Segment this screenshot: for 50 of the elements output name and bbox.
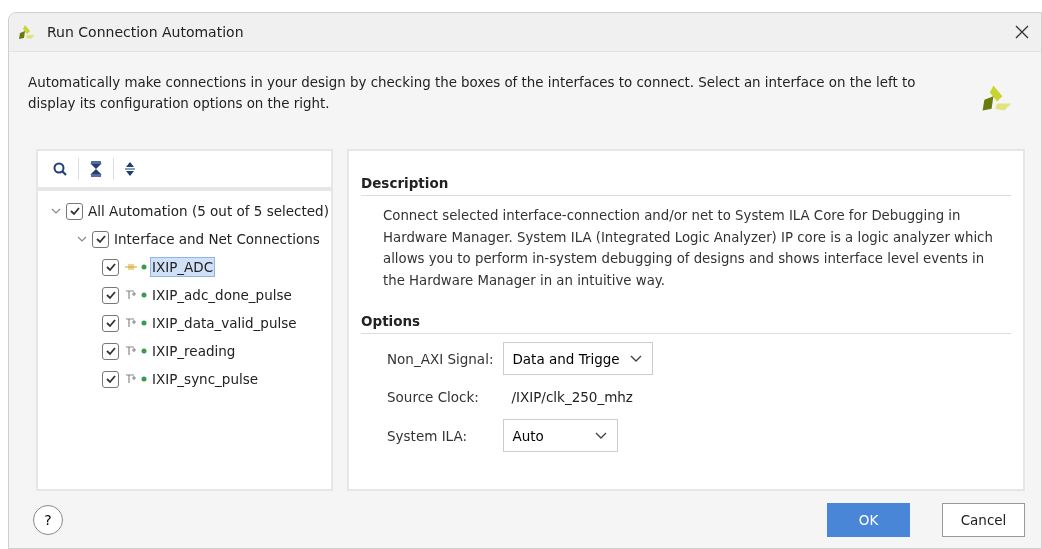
status-dot-icon — [141, 264, 147, 270]
checkbox[interactable] — [102, 342, 119, 360]
expand-chevron-icon[interactable] — [76, 234, 88, 244]
checkmark-icon — [104, 289, 117, 301]
expand-chevron-icon[interactable] — [50, 206, 62, 216]
tree-item[interactable]: IXIP_adc_done_pulse — [151, 286, 293, 304]
status-dot-icon — [141, 348, 147, 354]
tree-item[interactable]: IXIP_data_valid_pulse — [151, 314, 298, 332]
instructions-text: Automatically make connections in your design by checking the boxes of the interfaces to connect. Select an interface on the left to display its configuration options on the right. — [28, 74, 917, 113]
cancel-button[interactable]: Cancel — [942, 503, 1025, 537]
status-dot-icon — [141, 292, 147, 298]
checkmark-icon — [104, 373, 117, 385]
tree-item[interactable]: IXIP_ADC — [151, 258, 215, 276]
logo-icon — [17, 23, 37, 41]
section-heading: Description — [361, 175, 1011, 196]
checkbox[interactable] — [102, 314, 119, 332]
dropdown[interactable]: Data and Trigge — [503, 342, 653, 375]
net-icon — [125, 318, 137, 328]
checkbox[interactable] — [102, 286, 119, 304]
tree-item[interactable]: IXIP_reading — [151, 342, 237, 360]
checkbox[interactable] — [102, 258, 119, 276]
checkbox[interactable] — [66, 202, 83, 220]
checkmark-icon — [94, 233, 107, 245]
dropdown[interactable]: Auto — [503, 419, 619, 452]
checkmark-icon — [68, 205, 81, 217]
status-dot-icon — [141, 376, 147, 382]
interface-icon — [125, 262, 137, 272]
chevron-down-icon — [595, 431, 608, 440]
net-icon — [125, 346, 137, 356]
checkmark-icon — [104, 317, 117, 329]
description-text: Connect selected interface-connection and/or net to System ILA Core for Debugging in Hardware Manager. System ILA (Integrated Logic Analyzer) IP core is a logic analyzer which allows you to perform in-system debugging of designs and shows interface level events in the Hardware Manager in an intuitive way. — [383, 207, 994, 290]
field-label: Source Clock: — [387, 389, 480, 405]
ok-button[interactable]: OK — [827, 503, 910, 537]
tree-item[interactable]: All Automation (5 out of 5 selected) — [87, 202, 330, 220]
checkmark-icon — [104, 261, 117, 273]
net-icon — [125, 290, 137, 300]
checkbox[interactable] — [102, 370, 119, 388]
checkmark-icon — [104, 345, 117, 357]
chevron-down-icon — [629, 354, 642, 363]
window-title: Run Connection Automation — [47, 24, 245, 40]
status-dot-icon — [141, 320, 147, 326]
tree-item[interactable]: Interface and Net Connections — [113, 230, 321, 248]
field-value: /IXIP/clk_250_mhz — [510, 388, 634, 407]
field-label: Non_AXI Signal: — [387, 350, 495, 367]
help-button[interactable]: ? — [33, 505, 63, 535]
tree-item[interactable]: IXIP_sync_pulse — [151, 370, 260, 388]
net-icon — [125, 374, 137, 384]
section-heading: Options — [361, 313, 1011, 334]
checkbox[interactable] — [92, 230, 109, 248]
field-label: System ILA: — [387, 427, 468, 444]
